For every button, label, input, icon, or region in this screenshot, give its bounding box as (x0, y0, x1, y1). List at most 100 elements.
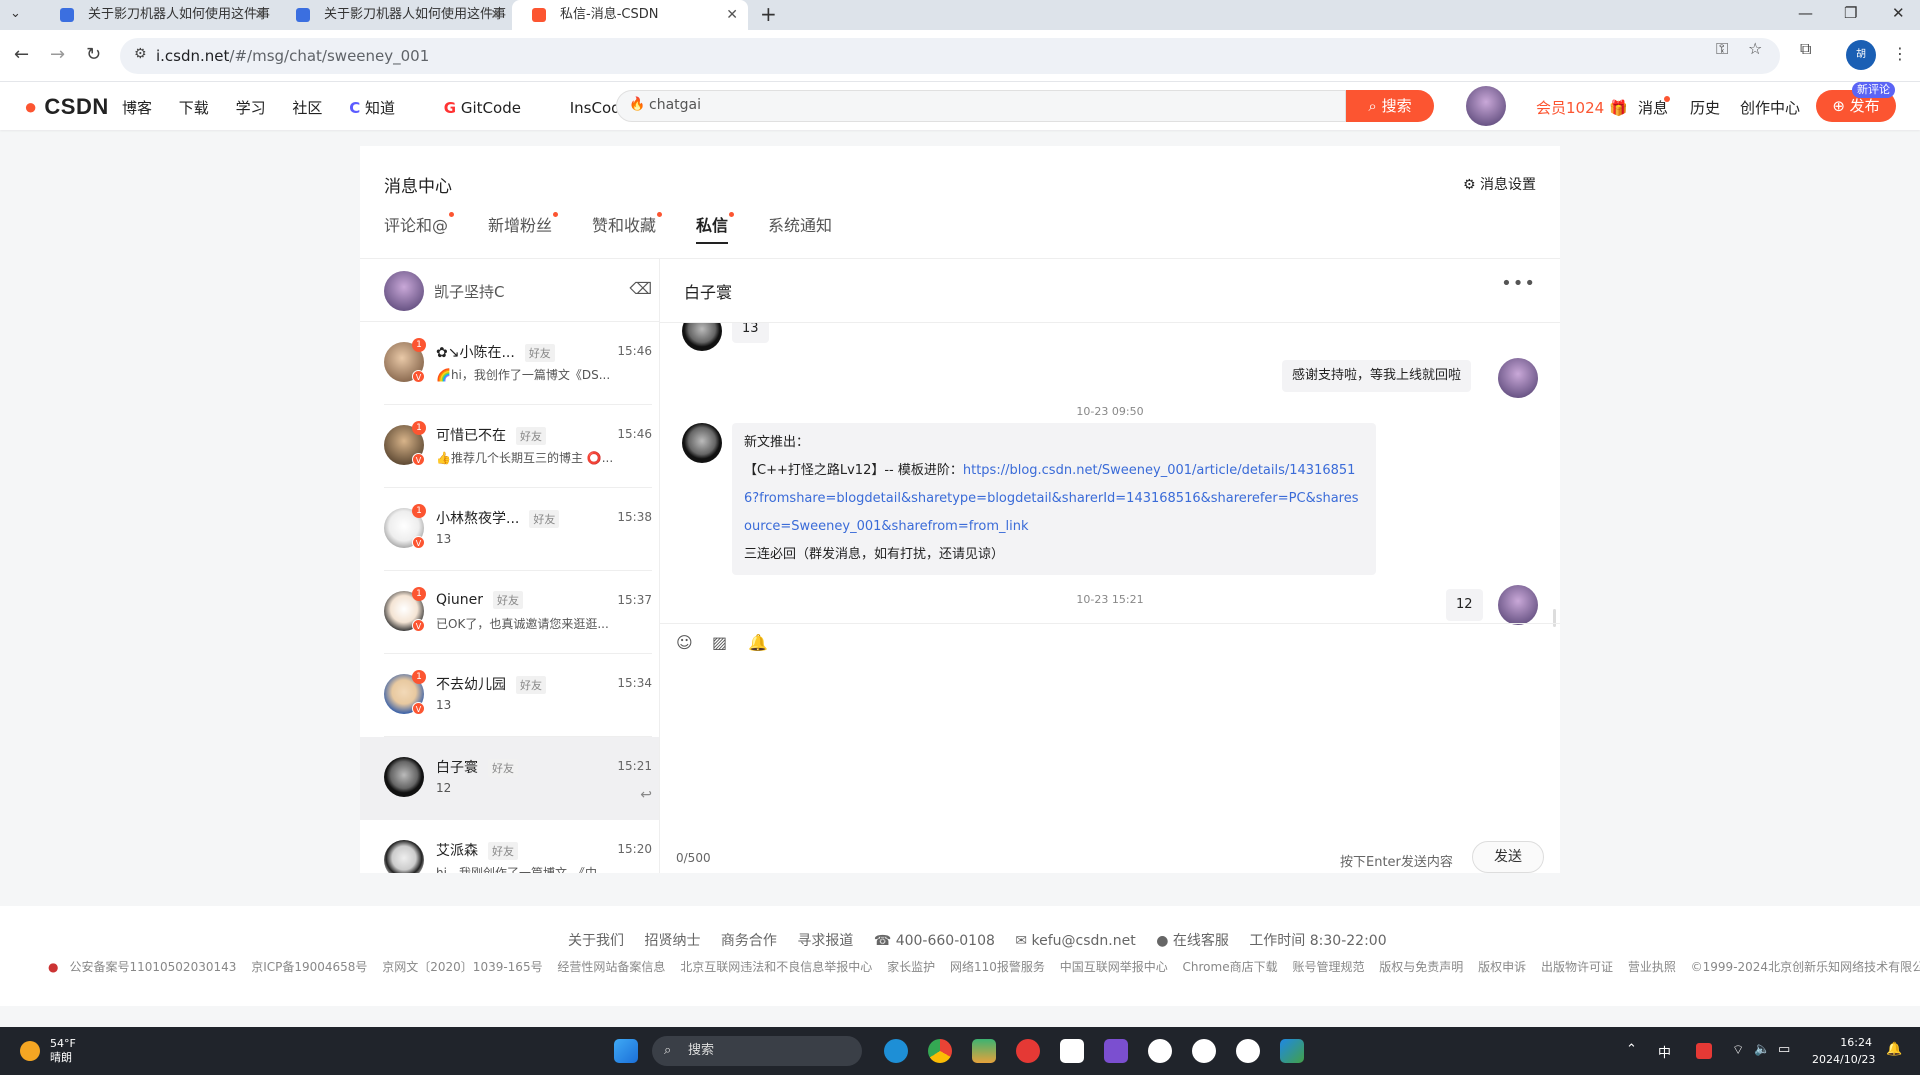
extensions-icon[interactable]: ⧉ (1800, 39, 1811, 59)
restore-icon[interactable]: ❐ (1844, 4, 1857, 22)
scrollbar[interactable] (1553, 609, 1556, 627)
footer-legal-link[interactable]: 中国互联网举报中心 (1060, 960, 1168, 974)
close-window-icon[interactable]: ✕ (1892, 4, 1905, 22)
tab-likes[interactable]: 赞和收藏 (592, 212, 663, 236)
footer-legal-link[interactable]: 京网文〔2020〕1039-165号 (382, 960, 542, 974)
browser-tab[interactable]: 关于影刀机器人如何使用这件事 ✕ (40, 0, 276, 30)
search-input[interactable] (649, 97, 1249, 113)
chrome-icon[interactable] (928, 1039, 952, 1063)
footer-legal-link[interactable]: Chrome商店下载 (1183, 960, 1278, 974)
tab-private-messages[interactable]: 私信 (696, 212, 735, 236)
history-link[interactable]: 历史 (1690, 97, 1720, 118)
taskbar-search[interactable]: ⌕ 搜索 (652, 1036, 862, 1066)
blue-app-icon[interactable] (1280, 1039, 1304, 1063)
footer-legal-link[interactable]: 版权与免责声明 (1379, 960, 1463, 974)
footer-legal-link[interactable]: 版权申诉 (1478, 960, 1526, 974)
new-tab-icon[interactable]: + (760, 2, 777, 26)
creator-center-link[interactable]: 创作中心 (1740, 97, 1800, 118)
footer-link[interactable]: 商务合作 (721, 933, 777, 949)
sogou-ime-icon[interactable] (1696, 1043, 1712, 1059)
browser-tab[interactable]: 关于影刀机器人如何使用这件事 ✕ (276, 0, 512, 30)
tab-system-notice[interactable]: 系统通知 (768, 212, 832, 236)
message-settings-link[interactable]: ⚙ 消息设置 (1463, 174, 1536, 194)
tab-comments[interactable]: 评论和@ (384, 212, 455, 236)
footer-legal-link[interactable]: 营业执照 (1628, 960, 1676, 974)
avatar[interactable] (682, 323, 722, 351)
edge-icon[interactable] (884, 1039, 908, 1063)
footer-link[interactable]: 寻求报道 (797, 933, 853, 949)
browser-profile-avatar[interactable]: 胡 (1846, 40, 1876, 70)
image-icon[interactable]: ▨ (712, 633, 727, 652)
visual-studio-icon[interactable] (1104, 1039, 1128, 1063)
tab-search-dropdown-icon[interactable]: ⌄ (10, 6, 21, 21)
pin-app-icon[interactable] (1236, 1039, 1260, 1063)
footer-legal-link[interactable]: 出版物许可证 (1541, 960, 1613, 974)
nav-gitcode[interactable]: G GitCode (444, 99, 543, 117)
minimize-icon[interactable]: — (1798, 4, 1813, 22)
avatar[interactable] (682, 423, 722, 463)
battery-icon[interactable]: ▭ (1778, 1042, 1790, 1057)
conversation-item[interactable]: 艾派森 好友 15:20 hi，我刚创作了一篇博文，《中... (360, 820, 659, 873)
volume-icon[interactable]: 🔈 (1754, 1042, 1770, 1057)
avatar[interactable] (1498, 585, 1538, 625)
nav-learn[interactable]: 学习 (236, 99, 266, 117)
clear-unread-icon[interactable]: ⌫ (629, 279, 652, 298)
footer-legal-link[interactable]: 网络110报警服务 (950, 960, 1045, 974)
browser-tab-active[interactable]: 私信-消息-CSDN ✕ (512, 0, 748, 30)
c-app-icon[interactable] (1192, 1039, 1216, 1063)
footer-legal-link[interactable]: 公安备案号11010502030143 (69, 960, 236, 974)
nav-download[interactable]: 下载 (179, 99, 209, 117)
footer-link[interactable]: 关于我们 (568, 933, 624, 949)
emoji-icon[interactable]: ☺ (676, 633, 693, 652)
friend-tag: 好友 (516, 676, 546, 694)
conversation-item[interactable]: 1 V 可惜已不在 好友 15:46 👍推荐几个长期互三的博主 ⭕... (360, 405, 659, 488)
csdn-logo[interactable]: ● CSDN (24, 94, 109, 120)
bookmark-star-icon[interactable]: ☆ (1748, 39, 1762, 58)
c-app-icon[interactable] (1148, 1039, 1172, 1063)
system-clock[interactable]: 16:24 2024/10/23 (1812, 1034, 1875, 1068)
browser-menu-icon[interactable]: ⋮ (1892, 44, 1908, 63)
nav-blog[interactable]: 博客 (122, 99, 152, 117)
netease-music-icon[interactable] (1016, 1039, 1040, 1063)
tray-overflow-icon[interactable]: ⌃ (1626, 1042, 1637, 1057)
ime-indicator[interactable]: 中 (1658, 1042, 1671, 1061)
more-options-icon[interactable]: ••• (1501, 273, 1536, 294)
conversation-item-selected[interactable]: 白子寰 好友 15:21 12 ↩ (360, 737, 659, 820)
reload-icon[interactable]: ↻ (86, 44, 101, 65)
forward-icon[interactable]: → (50, 44, 65, 65)
avatar[interactable] (384, 271, 424, 311)
nav-zhidao[interactable]: C 知道 (349, 99, 417, 117)
vip-link[interactable]: 会员1024 🎁 (1536, 97, 1628, 118)
search-button[interactable]: ⌕ 搜索 (1346, 90, 1434, 122)
url-input[interactable]: ⚙ i.csdn.net/#/msg/chat/sweeney_001 (120, 38, 1780, 74)
close-tab-icon[interactable]: ✕ (726, 0, 738, 30)
footer-online-service[interactable]: ● 在线客服 (1156, 933, 1229, 949)
footer-legal-link[interactable]: 账号管理规范 (1292, 960, 1364, 974)
avatar[interactable] (1498, 358, 1538, 398)
site-info-icon[interactable]: ⚙ (134, 46, 147, 62)
conversation-item[interactable]: 1 V Qiuner 好友 15:37 已OK了，也真诚邀请您来逛逛... (360, 571, 659, 654)
bell-icon[interactable]: 🔔 (748, 633, 768, 652)
layers-app-icon[interactable] (972, 1039, 996, 1063)
close-tab-icon[interactable]: ✕ (490, 0, 502, 30)
back-icon[interactable]: ← (14, 44, 29, 65)
nav-community[interactable]: 社区 (292, 99, 322, 117)
conversation-item[interactable]: 1 V 不去幼儿园 好友 15:34 13 (360, 654, 659, 737)
footer-email[interactable]: ✉ kefu@csdn.net (1015, 933, 1135, 949)
footer-link[interactable]: 招贤纳士 (644, 933, 700, 949)
footer-legal-link[interactable]: 北京互联网违法和不良信息举报中心 (680, 960, 872, 974)
footer-legal-link[interactable]: 京ICP备19004658号 (251, 960, 367, 974)
close-tab-icon[interactable]: ✕ (254, 0, 266, 30)
windows-start-icon[interactable] (614, 1039, 638, 1063)
notification-bell-icon[interactable]: 🔔 (1886, 1042, 1902, 1057)
user-avatar[interactable] (1466, 86, 1506, 126)
conversation-item[interactable]: 1 V 小林熬夜学... 好友 15:38 13 (360, 488, 659, 571)
conversation-item[interactable]: 1 V ✿↘小陈在... 好友 15:46 🌈hi，我创作了一篇博文《DS... (360, 322, 659, 405)
send-button[interactable]: 发送 (1472, 841, 1544, 873)
wifi-icon[interactable]: ⌔ (1732, 1042, 1744, 1058)
password-key-icon[interactable]: ⚿ (1716, 39, 1728, 59)
tab-new-fans[interactable]: 新增粉丝 (488, 212, 559, 236)
footer-legal-link[interactable]: 家长监护 (887, 960, 935, 974)
chat-app-icon[interactable] (1060, 1039, 1084, 1063)
footer-legal-link[interactable]: 经营性网站备案信息 (557, 960, 665, 974)
